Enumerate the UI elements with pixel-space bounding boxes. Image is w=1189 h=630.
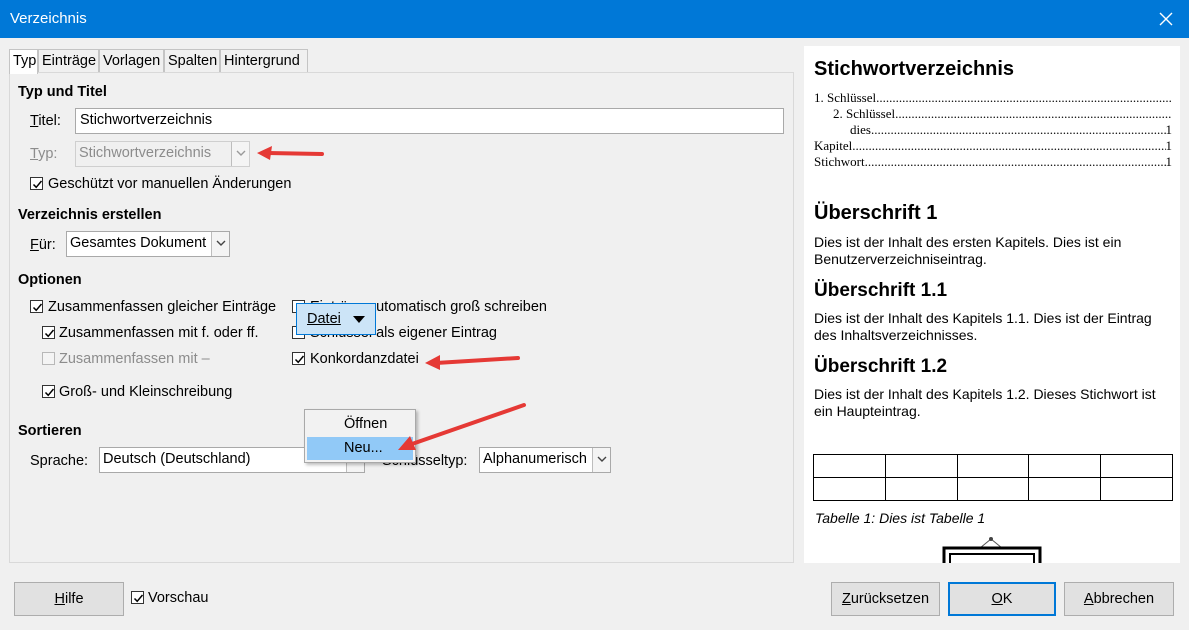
triangle-down-icon (353, 316, 365, 323)
tab-hintergrund[interactable]: Hintergrund (220, 49, 308, 73)
preview-table-caption: Tabelle 1: Dies ist Tabelle 1 (815, 510, 986, 526)
preview-heading-1: Überschrift 1 (814, 202, 938, 224)
protected-label: Geschützt vor manuellen Änderungen (48, 176, 292, 192)
ok-button[interactable]: OK (948, 582, 1056, 616)
help-button[interactable]: Hilfe (14, 582, 124, 616)
section-heading-sort: Sortieren (18, 423, 82, 439)
annotation-arrow-icon (398, 403, 526, 450)
checkmark-icon (294, 355, 305, 364)
section-heading-type-title: Typ und Titel (18, 84, 107, 100)
preview-toc-row: 1. Schlüssel (814, 90, 1172, 106)
checkmark-icon (32, 303, 43, 312)
title-label: Titel: (30, 113, 61, 129)
cancel-button[interactable]: Abbrechen (1064, 582, 1174, 616)
preview-index-title: Stichwortverzeichnis (814, 58, 1015, 80)
tab-typ[interactable]: Typ (9, 49, 38, 74)
combine-identical-label: Zusammenfassen gleicher Einträge (48, 299, 277, 315)
title-input[interactable]: Stichwortverzeichnis (75, 108, 784, 134)
annotation-arrow-icon (425, 355, 520, 370)
reset-button[interactable]: Zurücksetzen (831, 582, 940, 616)
combine-ff-label: Zusammenfassen mit f. oder ff. (59, 325, 259, 341)
chevron-down-icon (216, 240, 226, 246)
section-heading-options: Optionen (18, 272, 82, 288)
close-icon (1159, 12, 1173, 26)
chevron-down-icon (236, 150, 246, 156)
preview-toc-row: 2. Schlüssel (833, 106, 1172, 122)
preview-paragraph-1: Dies ist der Inhalt des ersten Kapitels.… (814, 234, 1122, 267)
file-menu-button[interactable]: Datei (296, 303, 376, 335)
preview-pane: Stichwortverzeichnis 1. Schlüssel 2. Sch… (804, 46, 1180, 563)
preview-paragraph-1-1: Dies ist der Inhalt des Kapitels 1.1. Di… (814, 310, 1152, 343)
concordance-label: Konkordanzdatei (310, 351, 419, 367)
preview-table (813, 454, 1173, 501)
combine-identical-checkbox[interactable] (30, 300, 43, 313)
language-label: Sprache: (30, 453, 89, 469)
preview-toc-row: Stichwort1 (814, 154, 1172, 170)
type-select[interactable]: Stichwortverzeichnis (75, 141, 250, 167)
preview-label: Vorschau (148, 590, 209, 606)
scope-select[interactable]: Gesamtes Dokument (66, 231, 230, 257)
section-heading-create: Verzeichnis erstellen (18, 207, 162, 223)
tab-eintraege[interactable]: Einträge (38, 49, 99, 73)
combine-dash-checkbox[interactable] (42, 352, 55, 365)
annotation-arrow-icon (257, 146, 324, 160)
window-title: Verzeichnis (10, 10, 87, 27)
close-button[interactable] (1143, 0, 1189, 38)
type-label: Typ: (30, 146, 58, 162)
checkmark-icon (133, 594, 144, 603)
preview-heading-1-1: Überschrift 1.1 (814, 280, 948, 301)
preview-paragraph-1-2: Dies ist der Inhalt des Kapitels 1.2. Di… (814, 386, 1156, 419)
preview-heading-1-2: Überschrift 1.2 (814, 356, 948, 377)
title-bar: Verzeichnis (0, 0, 1189, 38)
case-sensitive-checkbox[interactable] (42, 385, 55, 398)
checkmark-icon (44, 329, 55, 338)
checkmark-icon (44, 388, 55, 397)
preview-toc-row: Kapitel1 (814, 138, 1172, 154)
preview-toc-row: dies1 (850, 122, 1172, 138)
protected-checkbox[interactable] (30, 177, 43, 190)
checkmark-icon (32, 180, 43, 189)
for-label: Für: (30, 237, 56, 253)
chevron-down-icon (597, 456, 607, 462)
tab-spalten[interactable]: Spalten (164, 49, 220, 73)
tab-vorlagen[interactable]: Vorlagen (99, 49, 164, 73)
concordance-checkbox[interactable] (292, 352, 305, 365)
case-sensitive-label: Groß- und Kleinschreibung (59, 384, 233, 400)
combine-ff-checkbox[interactable] (42, 326, 55, 339)
combine-dash-label: Zusammenfassen mit – (59, 351, 210, 367)
preview-checkbox[interactable] (131, 591, 144, 604)
picture-frame-icon (942, 537, 1042, 563)
